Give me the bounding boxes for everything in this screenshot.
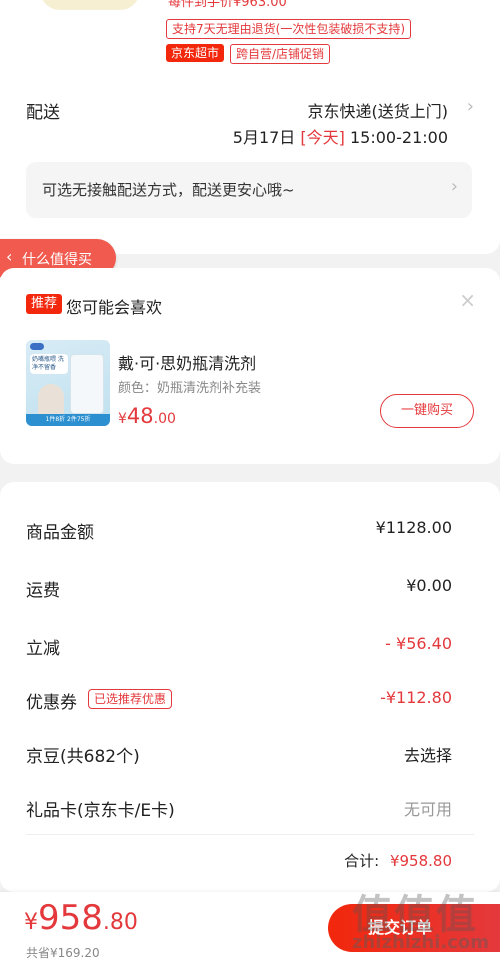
product-thumbnail-edge [40,0,140,10]
watermark-url: zhizhizhi.com [352,932,490,953]
recommend-title: 您可能会喜欢 [66,298,163,317]
recommend-badge: 推荐 [26,294,63,314]
one-click-buy-button[interactable]: 一键购买 [380,394,474,428]
product-price: ¥48.00 [118,404,176,428]
promo-tag: 跨自营/店铺促销 [230,44,331,64]
total-label: 合计: [344,852,380,870]
chevron-right-icon: › [450,176,458,197]
instant-discount-label: 立减 [26,639,60,659]
worth-buying-label: 什么值得买 [22,252,92,268]
return-policy-tag: 支持7天无理由退货(一次性包装破损不支持) [166,19,411,39]
model-photo [38,384,64,414]
saved-amount: 共省¥169.20 [26,946,100,960]
chevron-right-icon[interactable]: › [467,96,474,117]
jd-beans-value: 去选择 [403,746,452,765]
freight-label: 运费 [26,581,60,601]
jd-beans-row[interactable]: 京豆(共682个) 去选择 [0,738,500,768]
total-row: 合计: ¥958.80 [344,850,452,871]
payable-amount: ¥958.80 [24,898,138,938]
payable-decimal: .80 [102,910,138,935]
price-decimal: .00 [153,411,176,427]
product-variant: 颜色：奶瓶清洗剂补充装 [118,381,262,396]
watermark-logo: 值值值 [352,892,478,938]
product-thumbnail[interactable]: 奶嘴瓶喂 洗净不留香 1件8折 2件75折 [26,340,110,426]
close-icon[interactable]: × [459,288,476,312]
divider [26,834,474,835]
coupon-value: -¥112.80 [380,688,452,707]
goods-amount-row: 商品金额 ¥1128.00 [0,514,500,544]
delivery-slot: 15:00-21:00 [350,128,448,147]
coupon-label: 优惠券 [26,693,77,713]
promo-banner: 1件8折 2件75折 [26,414,110,426]
delivery-time: 5月17日 [今天] 15:00-21:00 [233,124,448,148]
brand-logo-icon [30,343,44,350]
chevron-left-icon: ‹ [6,247,13,266]
currency-symbol: ¥ [118,411,127,427]
freight-row: 运费 ¥0.00 [0,572,500,602]
goods-amount-value: ¥1128.00 [375,518,452,537]
contactless-text: 可选无接触配送方式，配送更安心哦~ [42,181,295,199]
product-name[interactable]: 戴·可·思奶瓶清洗剂 [118,350,256,374]
gift-card-label: 礼品卡(京东卡/E卡) [26,801,175,821]
order-summary-card: 商品金额 ¥1128.00 运费 ¥0.00 立减 - ¥56.40 优惠券 已… [0,482,500,892]
instant-discount-value: - ¥56.40 [385,634,452,653]
total-value: ¥958.80 [389,852,452,870]
today-label: [今天] [300,128,345,147]
freight-value: ¥0.00 [406,576,452,595]
refill-pouch [70,354,104,414]
coupon-row[interactable]: 优惠券 已选推荐优惠 -¥112.80 [0,684,500,714]
gift-card-row[interactable]: 礼品卡(京东卡/E卡) 无可用 [0,792,500,822]
delivery-label: 配送 [26,103,60,123]
coupon-selected-tag: 已选推荐优惠 [88,689,173,709]
delivery-card: 配送 京东快递(送货上门) › 5月17日 [今天] 15:00-21:00 可… [0,72,500,254]
delivery-date: 5月17日 [232,128,296,147]
unit-price-text: 每件到手价¥963.00 [168,0,287,10]
price-integer: 48 [126,404,154,428]
jd-supermarket-tag: 京东超市 [166,44,225,62]
currency-symbol: ¥ [24,910,38,935]
contactless-delivery-option[interactable]: 可选无接触配送方式，配送更安心哦~ › [26,162,472,218]
goods-amount-label: 商品金额 [26,523,94,543]
top-product-card: 每件到手价¥963.00 支持7天无理由退货(一次性包装破损不支持) 京东超市 … [0,0,500,72]
payable-integer: 958 [38,898,103,938]
jd-beans-label: 京豆(共682个) [26,747,140,767]
gift-card-value: 无可用 [403,800,452,819]
bubble-text: 奶嘴瓶喂 洗净不留香 [30,354,68,374]
recommend-card: 推荐 您可能会喜欢 × 奶嘴瓶喂 洗净不留香 1件8折 2件75折 戴·可·思奶… [0,268,500,464]
instant-discount-row: 立减 - ¥56.40 [0,630,500,660]
delivery-method[interactable]: 京东快递(送货上门) [308,98,449,122]
